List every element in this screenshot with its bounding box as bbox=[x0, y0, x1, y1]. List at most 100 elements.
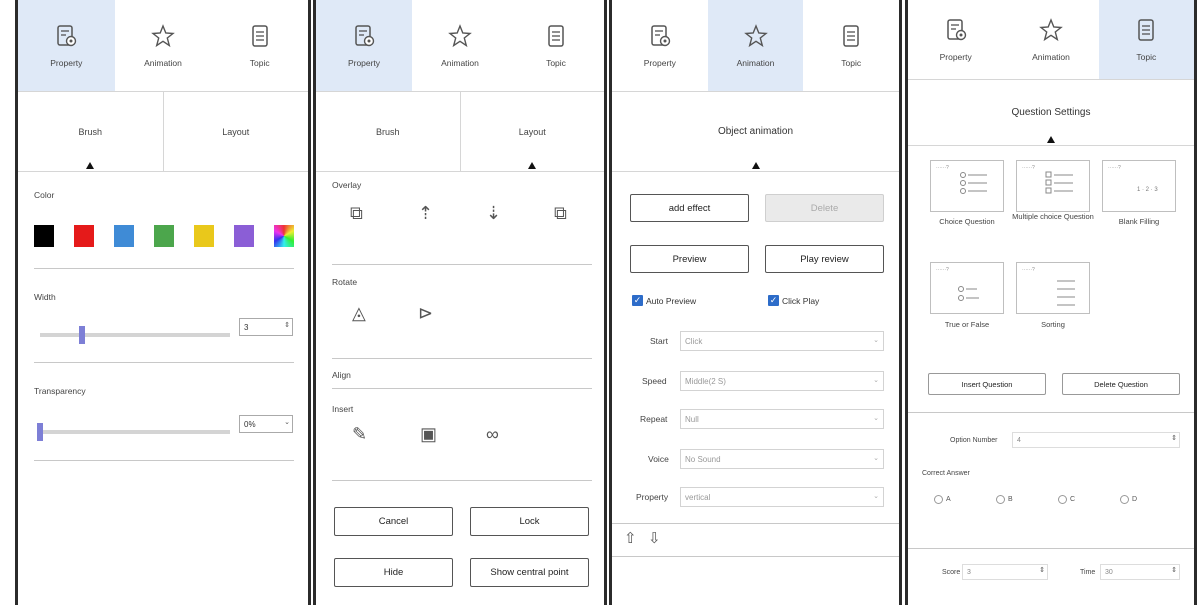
stepper-arrows-icon[interactable]: ⇕ bbox=[1039, 566, 1045, 574]
score-stepper[interactable]: 3 ⇕ bbox=[962, 564, 1048, 580]
link-icon[interactable]: ∞ bbox=[486, 425, 499, 443]
chevron-down-icon[interactable]: ⌄ bbox=[284, 418, 290, 426]
tab-property[interactable]: Property bbox=[316, 0, 412, 91]
play-review-button[interactable]: Play review bbox=[765, 245, 884, 273]
tab-topic-label: Topic bbox=[249, 58, 270, 68]
color-swatch-green[interactable] bbox=[154, 225, 174, 247]
tab-property[interactable]: Property bbox=[18, 0, 115, 91]
topic-document-icon bbox=[251, 25, 268, 47]
sorting-card[interactable]: ······? bbox=[1016, 262, 1090, 314]
tab-animation[interactable]: Animation bbox=[412, 0, 508, 91]
divider bbox=[332, 388, 592, 389]
stepper-arrows-icon[interactable]: ⇕ bbox=[284, 321, 290, 329]
transparency-slider-thumb[interactable] bbox=[37, 423, 43, 441]
repeat-value: Null bbox=[685, 414, 699, 424]
send-to-back-icon[interactable]: ⧉ bbox=[554, 204, 567, 222]
move-down-arrow-icon[interactable]: ⇩ bbox=[648, 531, 661, 546]
pencil-icon[interactable]: ✎ bbox=[352, 425, 367, 443]
start-select[interactable]: Click ⌄ bbox=[680, 331, 884, 351]
flip-horizontal-icon[interactable]: ⊳ bbox=[418, 304, 433, 322]
property-icon bbox=[355, 25, 375, 47]
transparency-select[interactable]: 0% ⌄ bbox=[239, 415, 293, 433]
sub-tabs: Brush Layout bbox=[316, 92, 604, 172]
property-layout-panel: Property Animation Topic Brush Layout Ov… bbox=[313, 0, 607, 605]
add-effect-button[interactable]: add effect bbox=[630, 194, 749, 222]
color-swatch-red[interactable] bbox=[74, 225, 94, 247]
subtab-brush[interactable]: Brush bbox=[316, 92, 460, 171]
subtab-brush[interactable]: Brush bbox=[18, 92, 163, 171]
divider bbox=[34, 268, 294, 269]
option-number-value: 4 bbox=[1017, 436, 1021, 444]
tab-animation[interactable]: Animation bbox=[1003, 0, 1098, 79]
width-slider-track[interactable] bbox=[40, 333, 230, 337]
true-or-false-card[interactable]: ······? bbox=[930, 262, 1004, 314]
subtab-layout[interactable]: Layout bbox=[459, 92, 605, 171]
stepper-arrows-icon[interactable]: ⇕ bbox=[1171, 566, 1177, 574]
insert-question-button[interactable]: Insert Question bbox=[928, 373, 1046, 395]
width-slider-thumb[interactable] bbox=[79, 326, 85, 344]
field-label-property: Property bbox=[636, 492, 669, 502]
repeat-select[interactable]: Null ⌄ bbox=[680, 409, 884, 429]
tab-topic[interactable]: Topic bbox=[1098, 0, 1194, 79]
answer-radio-c[interactable]: C bbox=[1058, 495, 1075, 504]
image-icon[interactable]: ▣ bbox=[420, 425, 437, 443]
property-icon bbox=[57, 25, 77, 47]
color-swatch-custom[interactable] bbox=[274, 225, 294, 247]
tab-topic-label: Topic bbox=[546, 58, 566, 68]
flip-vertical-icon[interactable]: ◬ bbox=[352, 304, 366, 322]
tab-property[interactable]: Property bbox=[908, 0, 1003, 79]
option-number-stepper[interactable]: 4 ⇕ bbox=[1012, 432, 1180, 448]
main-tabs: Property Animation Topic bbox=[316, 0, 604, 92]
transparency-slider-track[interactable] bbox=[40, 430, 230, 434]
stepper-arrows-icon[interactable]: ⇕ bbox=[1171, 434, 1177, 442]
auto-preview-checkbox[interactable]: ✓ Auto Preview bbox=[632, 295, 696, 306]
tab-topic[interactable]: Topic bbox=[508, 0, 604, 91]
property-select[interactable]: vertical ⌄ bbox=[680, 487, 884, 507]
speed-select[interactable]: Middle(2 S) ⌄ bbox=[680, 371, 884, 391]
main-tabs: Property Animation Topic bbox=[908, 0, 1194, 80]
bring-forward-icon[interactable]: ⇡ bbox=[418, 204, 433, 222]
tab-animation[interactable]: Animation bbox=[115, 0, 212, 91]
tab-animation[interactable]: Animation bbox=[707, 0, 804, 91]
color-swatch-purple[interactable] bbox=[234, 225, 254, 247]
chevron-down-icon: ⌄ bbox=[873, 337, 879, 344]
preview-button[interactable]: Preview bbox=[630, 245, 749, 273]
tab-animation-label: Animation bbox=[144, 58, 182, 68]
blank-filling-card[interactable]: ······? 1 · 2 · 3 bbox=[1102, 160, 1176, 212]
answer-radio-b[interactable]: B bbox=[996, 495, 1013, 504]
tab-topic[interactable]: Topic bbox=[803, 0, 899, 91]
time-label: Time bbox=[1080, 569, 1096, 576]
answer-radio-d[interactable]: D bbox=[1120, 495, 1137, 504]
sub-tabs: Brush Layout bbox=[18, 92, 308, 172]
hide-button[interactable]: Hide bbox=[334, 558, 453, 587]
color-swatch-yellow[interactable] bbox=[194, 225, 214, 247]
tab-property[interactable]: Property bbox=[612, 0, 708, 91]
tab-topic[interactable]: Topic bbox=[211, 0, 308, 91]
field-label-repeat: Repeat bbox=[640, 414, 668, 424]
show-central-point-button[interactable]: Show central point bbox=[470, 558, 589, 587]
question-placeholder-text: ······? bbox=[936, 267, 949, 273]
width-stepper[interactable]: 3 ⇕ bbox=[239, 318, 293, 336]
choice-question-card[interactable]: ······? bbox=[930, 160, 1004, 212]
color-swatch-blue[interactable] bbox=[114, 225, 134, 247]
divider bbox=[34, 460, 294, 461]
color-swatch-black[interactable] bbox=[34, 225, 54, 247]
multiple-choice-question-card[interactable]: ······? bbox=[1016, 160, 1090, 212]
voice-select[interactable]: No Sound ⌄ bbox=[680, 449, 884, 469]
tab-animation-label: Animation bbox=[1032, 52, 1070, 62]
click-play-checkbox[interactable]: ✓ Click Play bbox=[768, 295, 819, 306]
lock-button[interactable]: Lock bbox=[470, 507, 589, 536]
move-up-arrow-icon[interactable]: ⇧ bbox=[624, 531, 637, 546]
divider bbox=[332, 480, 592, 481]
divider bbox=[612, 523, 899, 524]
cancel-button[interactable]: Cancel bbox=[334, 507, 453, 536]
tab-property-label: Property bbox=[643, 58, 676, 68]
answer-radio-a[interactable]: A bbox=[934, 495, 951, 504]
bring-to-front-icon[interactable]: ⧉ bbox=[350, 204, 363, 222]
blank-filling-label: Blank Filling bbox=[1118, 217, 1160, 226]
delete-question-button[interactable]: Delete Question bbox=[1062, 373, 1180, 395]
send-backward-icon[interactable]: ⇣ bbox=[486, 204, 501, 222]
subtab-layout[interactable]: Layout bbox=[162, 92, 309, 171]
time-stepper[interactable]: 30 ⇕ bbox=[1100, 564, 1180, 580]
delete-effect-button[interactable]: Delete bbox=[765, 194, 884, 222]
